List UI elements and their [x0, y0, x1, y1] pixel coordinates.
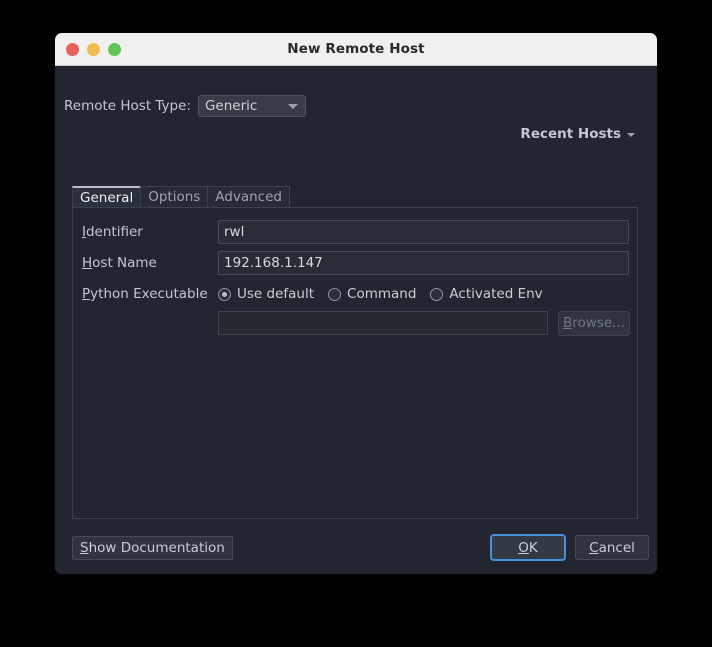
identifier-input[interactable] — [218, 220, 629, 244]
radio-mark-icon — [430, 287, 444, 301]
dialog-footer: Show Documentation OK Cancel — [55, 534, 657, 574]
tab-general[interactable]: General — [72, 186, 141, 208]
remote-host-type-select[interactable]: Generic — [197, 95, 306, 117]
traffic-lights — [66, 42, 121, 56]
python-executable-row: Python Executable Use default Command Ac… — [73, 284, 637, 304]
remote-host-type-label: Remote Host Type: — [64, 98, 191, 114]
radio-command-label: Command — [347, 286, 417, 302]
radio-activated-env[interactable]: Activated Env — [430, 286, 543, 302]
close-window-button[interactable] — [66, 42, 79, 56]
host-name-label: Host Name — [82, 255, 157, 271]
remote-host-type-row: Remote Host Type: Generic — [64, 95, 306, 117]
tab-options-label: Options — [148, 189, 201, 205]
cancel-button[interactable]: Cancel — [575, 535, 649, 560]
general-tab-panel: Identifier Host Name Python Executable U… — [72, 207, 638, 519]
chevron-down-icon — [287, 104, 298, 109]
tab-advanced-label: Advanced — [215, 189, 282, 205]
host-name-input[interactable] — [218, 251, 629, 275]
dialog-body: Remote Host Type: Generic Recent Hosts G… — [55, 66, 657, 574]
maximize-window-button[interactable] — [108, 42, 121, 56]
python-executable-label: Python Executable — [82, 286, 208, 302]
identifier-label: Identifier — [82, 224, 143, 240]
remote-host-type-value: Generic — [204, 98, 258, 114]
python-path-row: Browse... — [73, 310, 637, 336]
identifier-row: Identifier — [73, 220, 637, 244]
window-title: New Remote Host — [287, 41, 425, 57]
radio-use-default[interactable]: Use default — [218, 286, 314, 302]
window-titlebar: New Remote Host — [55, 33, 657, 66]
tab-advanced[interactable]: Advanced — [207, 186, 290, 208]
tab-general-label: General — [80, 189, 134, 206]
host-name-row: Host Name — [73, 251, 637, 275]
radio-use-default-label: Use default — [237, 286, 315, 302]
python-path-input[interactable] — [218, 311, 548, 335]
browse-button[interactable]: Browse... — [558, 310, 630, 336]
new-remote-host-dialog: New Remote Host Remote Host Type: Generi… — [55, 33, 657, 574]
radio-mark-icon — [328, 287, 342, 301]
radio-activated-env-label: Activated Env — [449, 286, 543, 302]
radio-mark-icon — [218, 287, 231, 301]
tab-options[interactable]: Options — [140, 186, 208, 208]
recent-hosts-dropdown[interactable]: Recent Hosts — [520, 126, 635, 142]
ok-button[interactable]: OK — [490, 534, 566, 561]
chevron-down-icon — [627, 133, 635, 137]
tab-bar: General Options Advanced — [72, 186, 290, 208]
recent-hosts-label: Recent Hosts — [520, 126, 621, 142]
minimize-window-button[interactable] — [87, 42, 100, 56]
show-documentation-button[interactable]: Show Documentation — [72, 536, 233, 560]
python-executable-radio-group: Use default Command Activated Env — [218, 286, 543, 302]
radio-command[interactable]: Command — [328, 286, 416, 302]
